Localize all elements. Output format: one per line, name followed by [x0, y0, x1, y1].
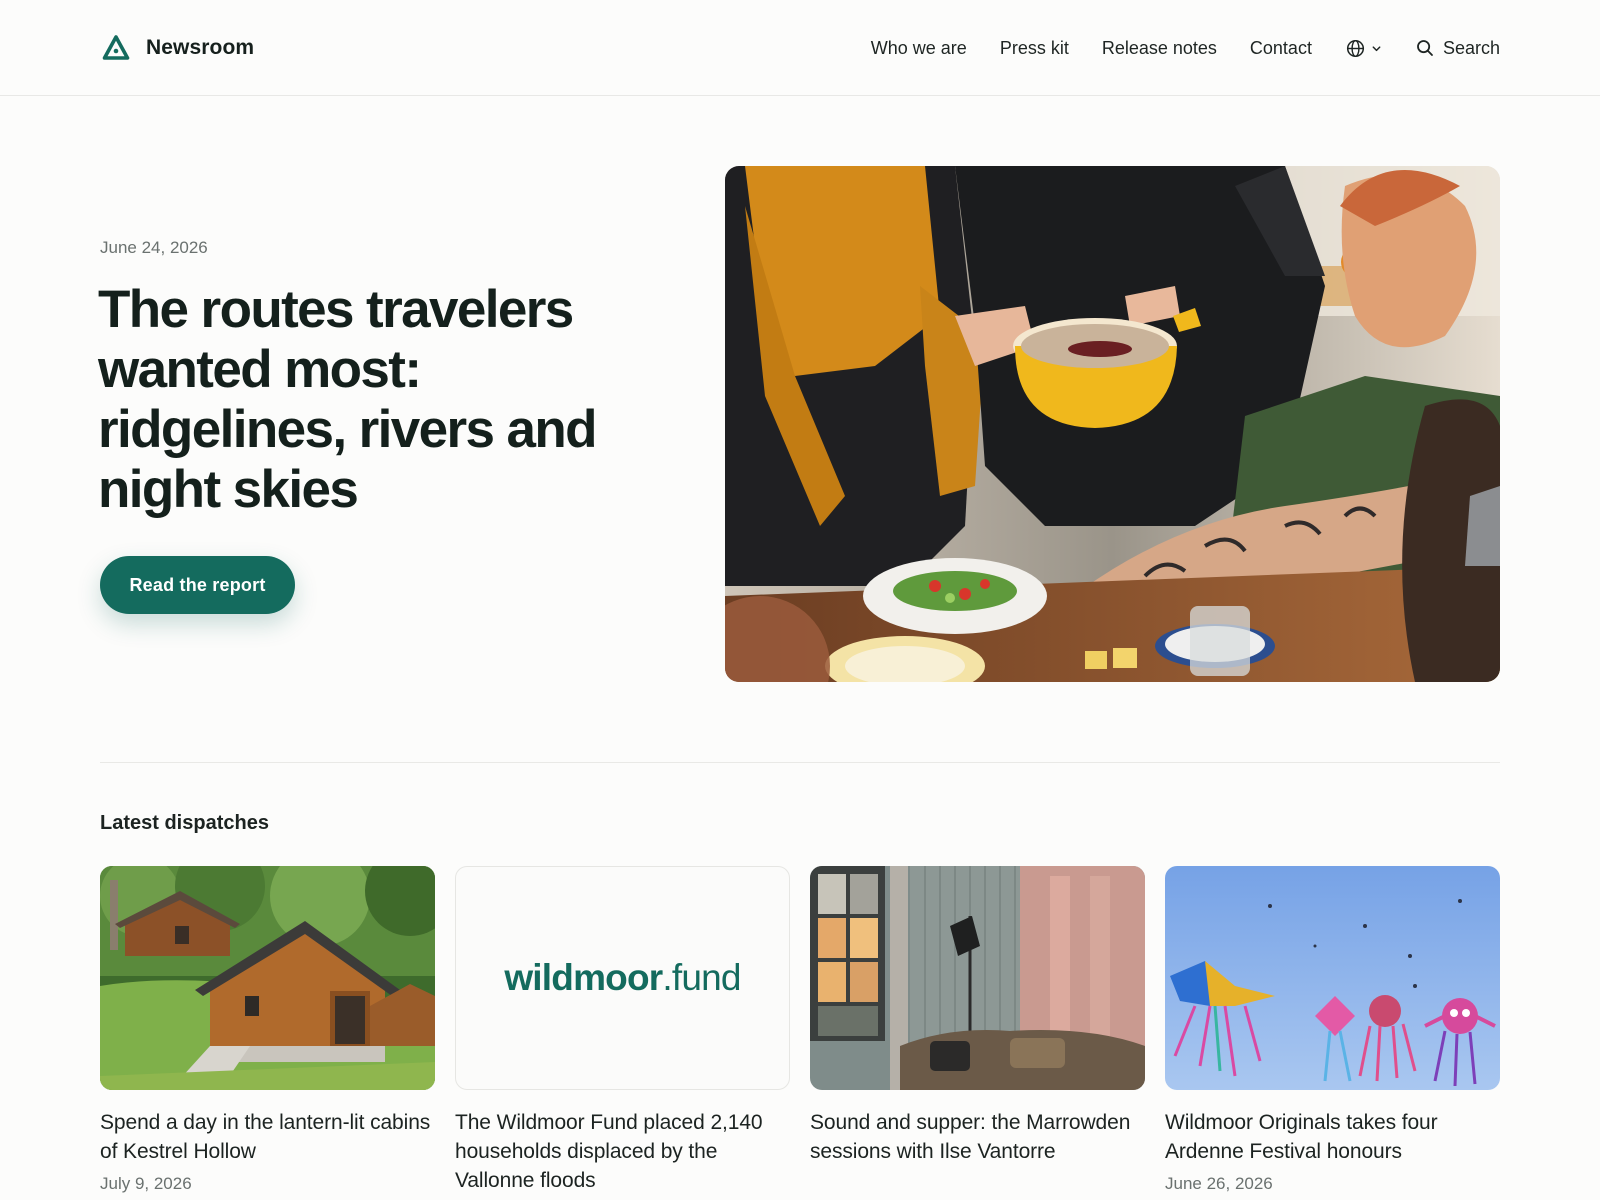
- nav-press-kit[interactable]: Press kit: [1000, 34, 1069, 62]
- card-title[interactable]: Spend a day in the lantern-lit cabins of…: [100, 1108, 435, 1166]
- nav-who-we-are[interactable]: Who we are: [871, 34, 967, 62]
- dispatch-card[interactable]: Sound and supper: the Marrowden sessions…: [810, 866, 1145, 1166]
- newsroom-logo-icon: [102, 35, 130, 60]
- dispatch-card[interactable]: Spend a day in the lantern-lit cabins of…: [100, 866, 435, 1194]
- wildmoor-fund-wordmark: wildmoor.fund: [504, 957, 741, 999]
- card-date: July 9, 2026: [100, 1174, 192, 1193]
- globe-icon: [1346, 39, 1365, 57]
- cabin-photo: [100, 866, 435, 1090]
- search-button[interactable]: Search: [1416, 38, 1500, 59]
- latest-dispatches-title: Latest dispatches: [100, 812, 269, 834]
- search-label: Search: [1442, 37, 1500, 58]
- read-report-button[interactable]: Read the report: [100, 556, 295, 614]
- chevron-down-icon: [1372, 45, 1381, 51]
- main-nav: Who we are Press kit Release notes Conta…: [871, 34, 1500, 62]
- wordmark-suffix: .fund: [662, 957, 741, 998]
- nav-release-notes[interactable]: Release notes: [1102, 34, 1217, 62]
- card-title[interactable]: Wildmoor Originals takes four Ardenne Fe…: [1165, 1108, 1500, 1166]
- hero-title: The routes travelers wanted most: ridgel…: [98, 280, 598, 519]
- wordmark-primary: wildmoor: [504, 957, 663, 998]
- hero-photo: [725, 166, 1500, 682]
- site-header: Newsroom Who we are Press kit Release no…: [0, 0, 1600, 96]
- dispatch-card[interactable]: wildmoor.fund The Wildmoor Fund placed 2…: [455, 866, 790, 1195]
- search-icon: [1417, 40, 1433, 56]
- card-title[interactable]: Sound and supper: the Marrowden sessions…: [810, 1108, 1145, 1166]
- card-date: June 26, 2026: [1165, 1174, 1273, 1193]
- section-divider: [100, 762, 1500, 763]
- wildmoor-fund-logo: wildmoor.fund: [455, 866, 790, 1090]
- living-room-photo: [810, 866, 1145, 1090]
- dispatch-card[interactable]: Wildmoor Originals takes four Ardenne Fe…: [1165, 866, 1500, 1194]
- brand-name: Newsroom: [146, 36, 255, 59]
- hero-date: June 24, 2026: [100, 238, 208, 257]
- card-title[interactable]: The Wildmoor Fund placed 2,140 household…: [455, 1108, 790, 1195]
- brand-link[interactable]: Newsroom: [102, 33, 254, 63]
- language-selector[interactable]: [1346, 39, 1382, 58]
- kites-photo: [1165, 866, 1500, 1090]
- nav-contact[interactable]: Contact: [1250, 34, 1312, 62]
